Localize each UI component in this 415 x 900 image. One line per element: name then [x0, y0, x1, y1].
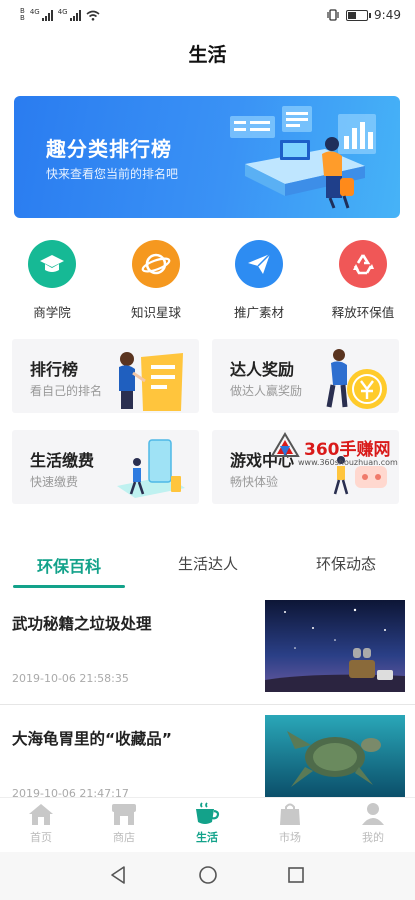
tab-life-experts[interactable]: 生活达人 — [148, 553, 268, 574]
card-subtitle: 做达人赢奖励 — [230, 384, 303, 398]
nav-store[interactable]: 商店 — [89, 802, 159, 845]
article-date: 2019-10-06 21:58:35 — [12, 672, 129, 685]
recycle-icon — [339, 240, 387, 288]
sim2-label: B — [20, 14, 25, 22]
shortcut-promo-materials[interactable]: 推广素材 — [209, 240, 309, 321]
ranking-banner[interactable]: 趣分类排行榜 快来查看您当前的排名吧 — [14, 96, 400, 218]
article-item[interactable]: 大海龟胃里的“收藏品” 2019-10-06 21:47:17 — [0, 715, 415, 800]
card-expert-reward[interactable]: 达人奖励 做达人赢奖励 — [212, 339, 399, 413]
card-subtitle: 看自己的排名 — [30, 384, 103, 398]
card-title: 达人奖励 — [230, 360, 295, 379]
nav-home[interactable]: 首页 — [6, 802, 76, 845]
wifi-icon — [86, 10, 100, 21]
ranking-illustration — [119, 352, 183, 411]
vibrate-icon — [327, 9, 339, 21]
shortcut-label: 推广素材 — [233, 305, 284, 320]
card-bill-payment[interactable]: 生活缴费 快速缴费 — [12, 430, 199, 504]
graduation-cap-icon — [28, 240, 76, 288]
battery-icon — [346, 9, 372, 21]
content-tabs: 环保百科 生活达人 环保动态 — [0, 545, 415, 589]
store-icon — [112, 804, 136, 825]
payment-illustration — [117, 439, 185, 498]
article-title: 大海龟胃里的“收藏品” — [12, 730, 172, 748]
shortcut-label: 商学院 — [33, 305, 71, 320]
home-button-icon[interactable] — [198, 865, 218, 885]
card-title: 排行榜 — [30, 360, 79, 379]
battery-fill — [348, 11, 356, 19]
watermark: 360手赚网 www.360shouzhuan.com — [270, 432, 410, 472]
active-tab-indicator — [13, 585, 125, 588]
banner-subtitle: 快来查看您当前的排名吧 — [46, 167, 179, 181]
nav-label: 生活 — [196, 831, 218, 844]
nav-label: 我的 — [362, 831, 384, 844]
nav-label: 市场 — [279, 831, 301, 844]
shortcut-knowledge-planet[interactable]: 知识星球 — [106, 240, 206, 321]
article-title: 武功秘籍之垃圾处理 — [12, 615, 152, 633]
home-icon — [29, 804, 53, 825]
article-divider — [0, 704, 415, 705]
shortcut-business-school[interactable]: 商学院 — [2, 240, 102, 321]
coin-reward-illustration — [326, 349, 387, 409]
recents-icon[interactable] — [286, 865, 306, 885]
article-thumbnail — [265, 715, 405, 797]
tab-eco-encyclopedia[interactable]: 环保百科 — [9, 553, 129, 577]
watermark-url: www.360shouzhuan.com — [298, 458, 398, 467]
system-navigation-bar — [0, 852, 415, 900]
shortcut-release-eco-value[interactable]: 释放环保值 — [313, 240, 413, 321]
user-icon — [362, 803, 384, 825]
network-type-2: 4G — [57, 8, 68, 16]
page-title: 生活 — [188, 44, 227, 66]
bottom-navigation: 首页 商店 生活 市场 我的 — [0, 797, 415, 852]
signal-icon — [41, 9, 53, 21]
shortcut-label: 释放环保值 — [331, 305, 395, 320]
card-ranking[interactable]: 排行榜 看自己的排名 — [12, 339, 199, 413]
card-subtitle: 畅快体验 — [230, 475, 279, 489]
signal-icon-2 — [69, 9, 81, 21]
back-icon[interactable] — [108, 865, 128, 885]
paper-plane-icon — [235, 240, 283, 288]
banner-title: 趣分类排行榜 — [46, 137, 172, 161]
card-title: 生活缴费 — [30, 451, 95, 470]
planet-icon — [132, 240, 180, 288]
nav-profile[interactable]: 我的 — [338, 802, 408, 845]
status-left: B B 4G 4G — [20, 8, 100, 22]
tab-eco-news[interactable]: 环保动态 — [286, 553, 406, 574]
coffee-cup-icon — [196, 802, 220, 824]
sim-indicator: B B — [20, 8, 25, 22]
clock: 9:49 — [374, 8, 401, 22]
article-item[interactable]: 武功秘籍之垃圾处理 2019-10-06 21:58:35 — [0, 600, 415, 704]
article-thumbnail — [265, 600, 405, 692]
shortcut-label: 知识星球 — [130, 305, 181, 320]
watermark-logo — [270, 432, 300, 457]
nav-life[interactable]: 生活 — [172, 802, 242, 845]
banner-illustration — [230, 106, 376, 209]
nav-label: 商店 — [113, 831, 135, 844]
nav-label: 首页 — [30, 831, 52, 844]
nav-market[interactable]: 市场 — [255, 802, 325, 845]
shortcut-row: 商学院 知识星球 推广素材 释放环保值 — [0, 240, 415, 320]
card-subtitle: 快速缴费 — [30, 475, 79, 489]
status-bar: B B 4G 4G 9:49 — [0, 0, 415, 30]
network-type-1: 4G — [29, 8, 40, 16]
status-right: 9:49 — [326, 8, 401, 22]
watermark-brand: 360手赚网 — [304, 440, 391, 460]
shopping-bag-icon — [280, 803, 300, 825]
